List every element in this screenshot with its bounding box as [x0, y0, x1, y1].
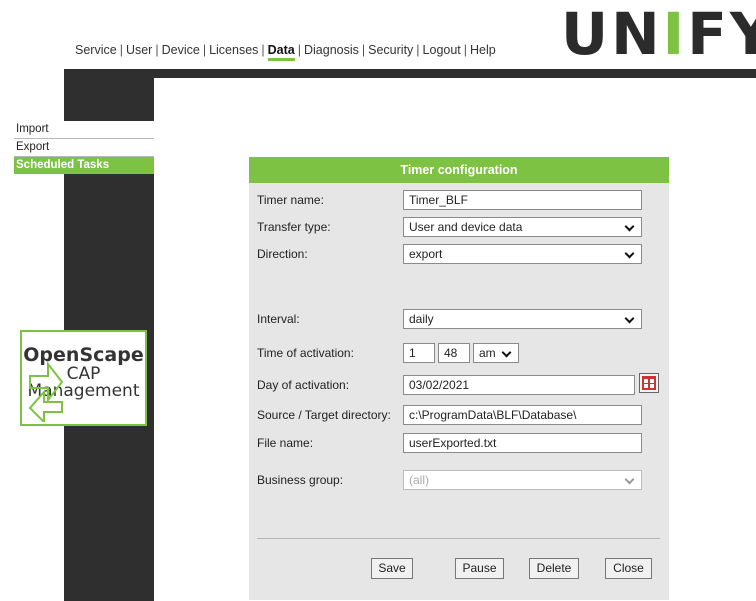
ampm-select[interactable]: am: [473, 343, 519, 363]
sidebar-item-export[interactable]: Export: [14, 139, 154, 157]
nav-separator: |: [261, 43, 265, 57]
nav-separator: |: [416, 43, 420, 57]
pause-button[interactable]: Pause: [455, 558, 504, 579]
nav-separator: |: [297, 43, 301, 57]
business-group-select[interactable]: (all): [403, 470, 642, 490]
close-button[interactable]: Close: [605, 558, 652, 579]
nav-separator: |: [119, 43, 123, 57]
sidebar-item-import[interactable]: Import: [14, 121, 154, 139]
day-of-activation-input[interactable]: 03/02/2021: [403, 375, 635, 395]
hour-input[interactable]: 1: [403, 343, 435, 363]
timer-name-input[interactable]: Timer_BLF: [403, 190, 642, 210]
header-bar: [64, 69, 756, 78]
logo-text-accent: I: [662, 0, 688, 68]
sidebar-menu: Import Export Scheduled Tasks: [14, 121, 154, 174]
dialog-title: Timer configuration: [249, 157, 669, 183]
transfer-type-select[interactable]: User and device data: [403, 217, 642, 237]
direction-label: Direction:: [257, 247, 308, 261]
dialog-divider: [257, 538, 660, 539]
top-navigation: Service | User | Device | Licenses | Data | Diagno…: [75, 43, 496, 61]
arrows-icon: [28, 361, 64, 422]
calendar-icon[interactable]: [639, 373, 659, 393]
logo-text-start: UN: [561, 0, 663, 68]
nav-separator: |: [202, 43, 207, 57]
time-of-activation-label: Time of activation:: [257, 346, 354, 360]
nav-data[interactable]: Data: [267, 43, 295, 61]
timer-name-label: Timer name:: [257, 193, 324, 207]
save-button[interactable]: Save: [371, 558, 413, 579]
file-name-label: File name:: [257, 436, 314, 450]
nav-user[interactable]: User: [126, 43, 152, 57]
logo-text-end: FY: [687, 0, 756, 68]
timer-configuration-dialog: Timer configuration Timer name: Timer_BL…: [249, 157, 669, 600]
sidebar-item-scheduled-tasks[interactable]: Scheduled Tasks: [14, 157, 154, 174]
interval-label: Interval:: [257, 312, 300, 326]
transfer-type-label: Transfer type:: [257, 220, 331, 234]
unify-logo: UNIFY: [561, 5, 756, 63]
nav-security[interactable]: Security: [368, 43, 413, 57]
nav-service[interactable]: Service: [75, 43, 117, 57]
nav-help[interactable]: Help: [470, 43, 496, 57]
directory-label: Source / Target directory:: [257, 408, 391, 422]
openscape-logo: OpenScape CAP Management: [20, 330, 147, 426]
nav-separator: |: [463, 43, 468, 57]
interval-select[interactable]: daily: [403, 309, 642, 329]
nav-licenses[interactable]: Licenses: [209, 43, 258, 57]
nav-separator: |: [155, 43, 159, 57]
file-name-input[interactable]: userExported.txt: [403, 433, 642, 453]
directory-input[interactable]: c:\ProgramData\BLF\Database\: [403, 405, 642, 425]
direction-select[interactable]: export: [403, 244, 642, 264]
business-group-label: Business group:: [257, 473, 344, 487]
delete-button[interactable]: Delete: [529, 558, 579, 579]
day-of-activation-label: Day of activation:: [257, 378, 350, 392]
minute-input[interactable]: 48: [438, 343, 470, 363]
nav-device[interactable]: Device: [162, 43, 200, 57]
nav-logout[interactable]: Logout: [423, 43, 461, 57]
nav-diagnosis[interactable]: Diagnosis: [304, 43, 359, 57]
nav-separator: |: [361, 43, 366, 57]
